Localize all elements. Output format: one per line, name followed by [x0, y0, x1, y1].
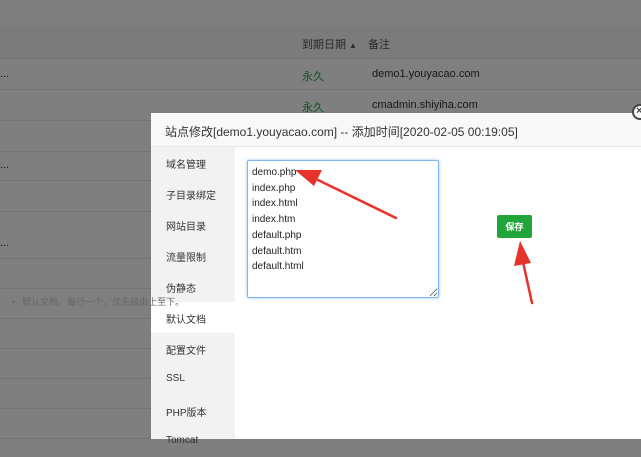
sidebar-item-label: 子目录绑定 — [166, 191, 216, 202]
dialog-title: 站点修改[demo1.youyacao.com] -- 添加时间[2020-02… — [165, 125, 518, 139]
site-edit-dialog: 站点修改[demo1.youyacao.com] -- 添加时间[2020-02… — [151, 113, 641, 446]
sidebar-item-label: 域名管理 — [166, 160, 206, 171]
dialog-sidebar: 域名管理 子目录绑定 网站目录 流量限制 伪静态 默认文档 配置文件 SSL P… — [151, 147, 235, 446]
tip-text: 默认文档，每行一个，优先级由上至下。 — [22, 297, 185, 307]
tip-bullet: • — [12, 297, 16, 307]
sidebar-item-label: 流量限制 — [166, 253, 206, 264]
sidebar-item-label: 配置文件 — [166, 346, 206, 357]
sidebar-item-php-version[interactable]: PHP版本 — [151, 395, 235, 426]
save-button[interactable]: 保存 — [497, 215, 532, 238]
default-docs-textarea[interactable]: demo.php index.php index.html index.htm … — [247, 160, 439, 298]
sidebar-item-config-file[interactable]: 配置文件 — [151, 333, 235, 364]
sidebar-item-label: PHP版本 — [166, 408, 207, 419]
default-doc-tip: • 默认文档，每行一个，优先级由上至下。 — [12, 295, 184, 308]
sidebar-item-label: 网站目录 — [166, 222, 206, 233]
sidebar-item-traffic-limit[interactable]: 流量限制 — [151, 240, 235, 271]
sidebar-item-site-dir[interactable]: 网站目录 — [151, 209, 235, 240]
default-doc-panel: demo.php index.php index.html index.htm … — [235, 147, 641, 439]
dialog-title-bar: 站点修改[demo1.youyacao.com] -- 添加时间[2020-02… — [151, 113, 641, 147]
sidebar-item-label: Tomcat — [166, 435, 199, 446]
sidebar-item-domain[interactable]: 域名管理 — [151, 147, 235, 178]
sidebar-item-label: 默认文档 — [166, 315, 206, 326]
sidebar-item-label: 伪静态 — [166, 284, 196, 295]
close-glyph: × — [636, 105, 641, 117]
sidebar-item-tomcat[interactable]: Tomcat — [151, 426, 235, 457]
sidebar-item-subdir[interactable]: 子目录绑定 — [151, 178, 235, 209]
close-icon[interactable]: × — [632, 104, 641, 120]
sidebar-item-label: SSL — [166, 373, 185, 384]
sidebar-item-ssl[interactable]: SSL — [151, 364, 235, 395]
